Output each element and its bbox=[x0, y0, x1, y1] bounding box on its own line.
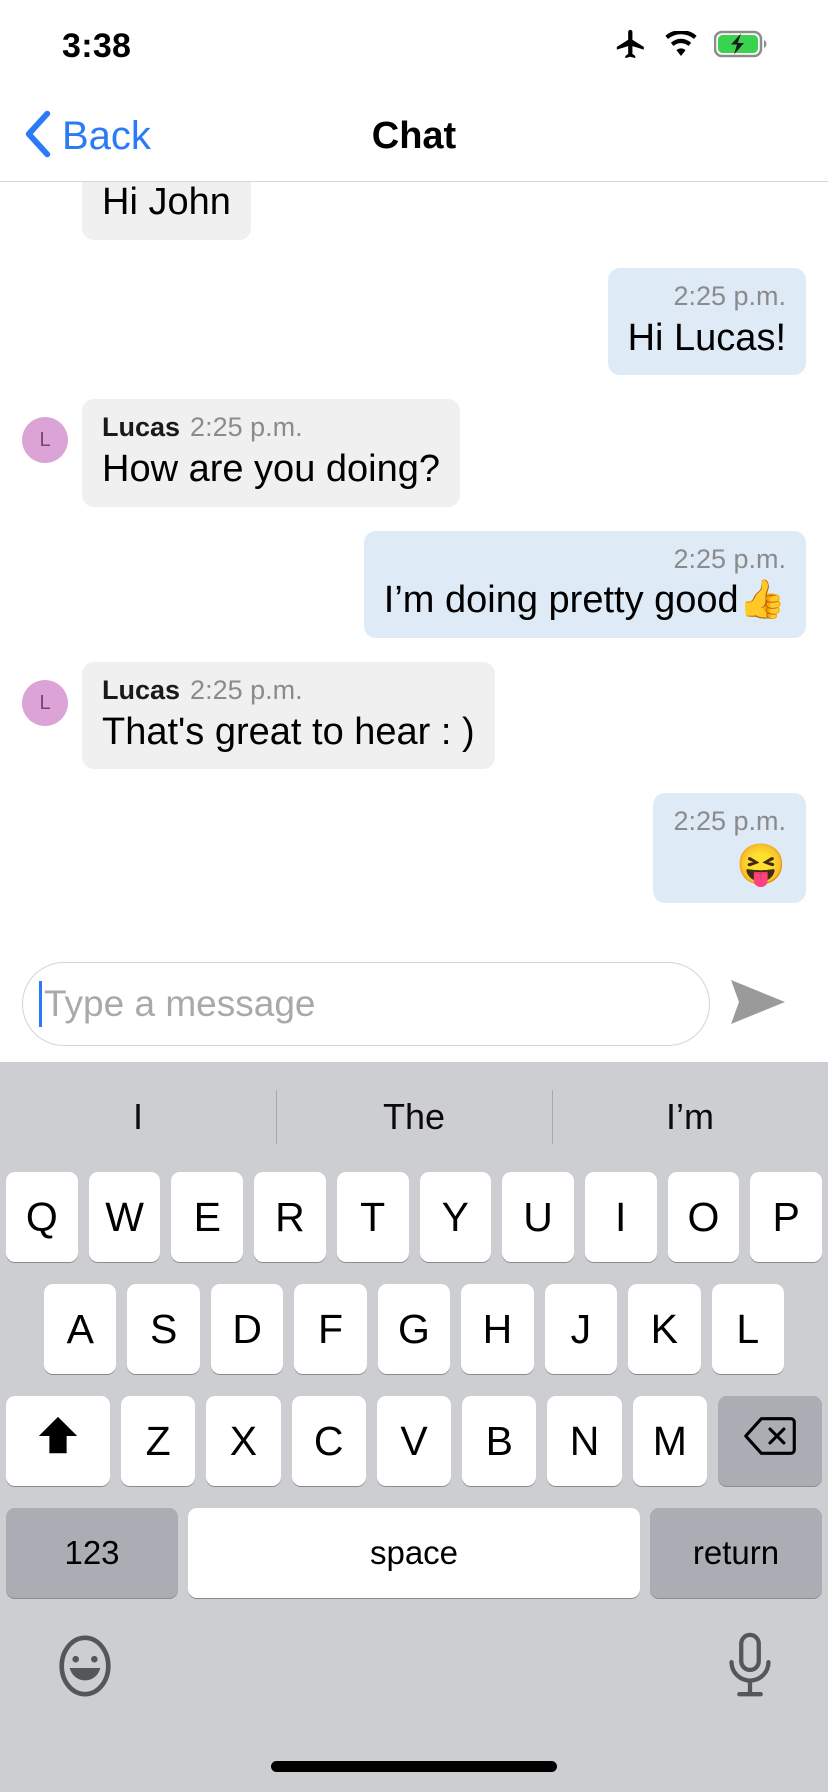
avatar[interactable]: L bbox=[22, 417, 68, 464]
key-i[interactable]: I bbox=[584, 1172, 657, 1262]
message-bubble-outgoing[interactable]: 2:25 p.m. 😝 bbox=[653, 793, 806, 904]
message-bubble-outgoing[interactable]: 2:25 p.m. I’m doing pretty good👍 bbox=[363, 530, 806, 639]
key-p[interactable]: P bbox=[750, 1172, 823, 1262]
backspace-key[interactable] bbox=[717, 1396, 822, 1486]
message-bubble-incoming[interactable]: Lucas 2:25 p.m. That's great to hear : ) bbox=[82, 662, 495, 770]
predictive-text-bar: I The I’m bbox=[0, 1062, 828, 1172]
microphone-icon[interactable] bbox=[724, 1631, 776, 1706]
status-time: 3:38 bbox=[62, 26, 132, 65]
keyboard-row-2: A S D F G H J K L bbox=[0, 1284, 828, 1374]
message-text: Hi Lucas! bbox=[627, 316, 786, 359]
back-button-label: Back bbox=[62, 114, 151, 158]
message-row[interactable]: 2:25 p.m. Hi Lucas! bbox=[22, 268, 806, 376]
send-button[interactable] bbox=[710, 976, 806, 1033]
key-y[interactable]: Y bbox=[419, 1172, 492, 1262]
return-key[interactable]: return bbox=[650, 1508, 822, 1598]
home-indicator bbox=[271, 1761, 557, 1772]
key-b[interactable]: B bbox=[462, 1396, 537, 1486]
key-m[interactable]: M bbox=[632, 1396, 707, 1486]
key-g[interactable]: G bbox=[377, 1284, 451, 1374]
message-row[interactable]: Hi John bbox=[22, 182, 806, 240]
message-text: I’m doing pretty good👍 bbox=[383, 579, 786, 622]
keyboard-row-3: Z X C V B N M bbox=[0, 1396, 828, 1486]
message-meta: Lucas 2:25 p.m. bbox=[102, 411, 440, 445]
key-j[interactable]: J bbox=[544, 1284, 618, 1374]
nav-bar: Back Chat bbox=[0, 92, 828, 182]
key-x[interactable]: X bbox=[206, 1396, 281, 1486]
message-row[interactable]: L Lucas 2:25 p.m. How are you doing? bbox=[22, 399, 806, 507]
key-r[interactable]: R bbox=[254, 1172, 326, 1262]
status-icons-group bbox=[614, 27, 770, 66]
key-f[interactable]: F bbox=[294, 1284, 367, 1374]
message-row-clipped: Hi John bbox=[22, 182, 806, 244]
wifi-icon bbox=[664, 29, 698, 62]
emoji-smiley-icon[interactable] bbox=[52, 1633, 118, 1704]
message-timestamp: 2:25 p.m. bbox=[673, 806, 786, 837]
send-arrow-icon bbox=[727, 976, 789, 1033]
text-cursor bbox=[39, 981, 42, 1027]
keyboard-bottom-bar bbox=[0, 1598, 828, 1738]
key-a[interactable]: A bbox=[44, 1284, 117, 1374]
message-timestamp: 2:25 p.m. bbox=[190, 412, 303, 443]
key-o[interactable]: O bbox=[667, 1172, 740, 1262]
prediction-item[interactable]: I bbox=[0, 1096, 276, 1138]
message-text: 😝 bbox=[736, 843, 786, 888]
message-sender: Lucas bbox=[102, 675, 181, 706]
key-z[interactable]: Z bbox=[121, 1396, 196, 1486]
key-c[interactable]: C bbox=[291, 1396, 366, 1486]
message-timestamp: 2:25 p.m. bbox=[190, 675, 303, 706]
key-h[interactable]: H bbox=[461, 1284, 534, 1374]
shift-key[interactable] bbox=[6, 1396, 111, 1486]
key-u[interactable]: U bbox=[502, 1172, 574, 1262]
numbers-key[interactable]: 123 bbox=[6, 1508, 178, 1598]
message-list[interactable]: Hi John 2:25 p.m. Hi Lucas! L Lucas 2:25 … bbox=[0, 182, 828, 946]
airplane-icon bbox=[614, 27, 648, 66]
message-row[interactable]: L Lucas 2:25 p.m. That's great to hear : … bbox=[22, 662, 806, 770]
message-timestamp: 2:25 p.m. bbox=[673, 281, 786, 311]
battery-charging-icon bbox=[713, 30, 770, 63]
status-bar: 3:38 bbox=[0, 0, 828, 92]
key-e[interactable]: E bbox=[171, 1172, 244, 1262]
message-input-placeholder: Type a message bbox=[44, 983, 316, 1024]
key-v[interactable]: V bbox=[376, 1396, 452, 1486]
message-bubble-incoming[interactable]: Lucas 2:25 p.m. How are you doing? bbox=[82, 399, 460, 507]
chevron-left-icon bbox=[22, 110, 54, 163]
key-t[interactable]: T bbox=[336, 1172, 409, 1262]
key-w[interactable]: W bbox=[88, 1172, 161, 1262]
message-bubble-outgoing[interactable]: 2:25 p.m. Hi Lucas! bbox=[607, 268, 806, 376]
back-button[interactable]: Back bbox=[22, 110, 151, 163]
message-meta: 2:25 p.m. bbox=[673, 805, 786, 839]
prediction-item[interactable]: I’m bbox=[552, 1096, 828, 1138]
message-meta: 2:25 p.m. bbox=[384, 543, 786, 577]
message-input-field[interactable]: Type a message bbox=[22, 962, 710, 1046]
avatar[interactable]: L bbox=[22, 680, 68, 727]
key-q[interactable]: Q bbox=[5, 1172, 78, 1262]
key-s[interactable]: S bbox=[127, 1284, 200, 1374]
message-text: How are you doing? bbox=[102, 448, 440, 491]
message-row[interactable]: 2:25 p.m. I’m doing pretty good👍 bbox=[22, 530, 806, 639]
phone-screen: 3:38 Back Chat Hi John 2:25 p.m. Hi Luca… bbox=[0, 0, 828, 1792]
keyboard-row-4: 123 space return bbox=[0, 1508, 828, 1598]
key-k[interactable]: K bbox=[628, 1284, 701, 1374]
backspace-delete-icon bbox=[744, 1416, 796, 1466]
keyboard-row-1: Q W E R T Y U I O P bbox=[0, 1172, 828, 1262]
message-sender: Lucas bbox=[102, 412, 181, 443]
key-d[interactable]: D bbox=[210, 1284, 284, 1374]
message-timestamp: 2:25 p.m. bbox=[673, 543, 786, 574]
message-composer: Type a message bbox=[0, 946, 828, 1062]
key-n[interactable]: N bbox=[547, 1396, 622, 1486]
message-text: That's great to hear : ) bbox=[102, 710, 475, 753]
shift-up-arrow-icon bbox=[35, 1413, 81, 1469]
message-text: Hi John bbox=[102, 182, 231, 223]
message-meta: 2:25 p.m. bbox=[628, 280, 786, 314]
prediction-item[interactable]: The bbox=[276, 1096, 552, 1138]
space-key[interactable]: space bbox=[188, 1508, 640, 1598]
message-row[interactable]: 2:25 p.m. 😝 bbox=[22, 793, 806, 904]
key-l[interactable]: L bbox=[711, 1284, 784, 1374]
virtual-keyboard: I The I’m Q W E R T Y U I O P A S D F G … bbox=[0, 1062, 828, 1792]
message-bubble-incoming[interactable]: Hi John bbox=[82, 182, 251, 240]
message-meta: Lucas 2:25 p.m. bbox=[102, 674, 475, 708]
